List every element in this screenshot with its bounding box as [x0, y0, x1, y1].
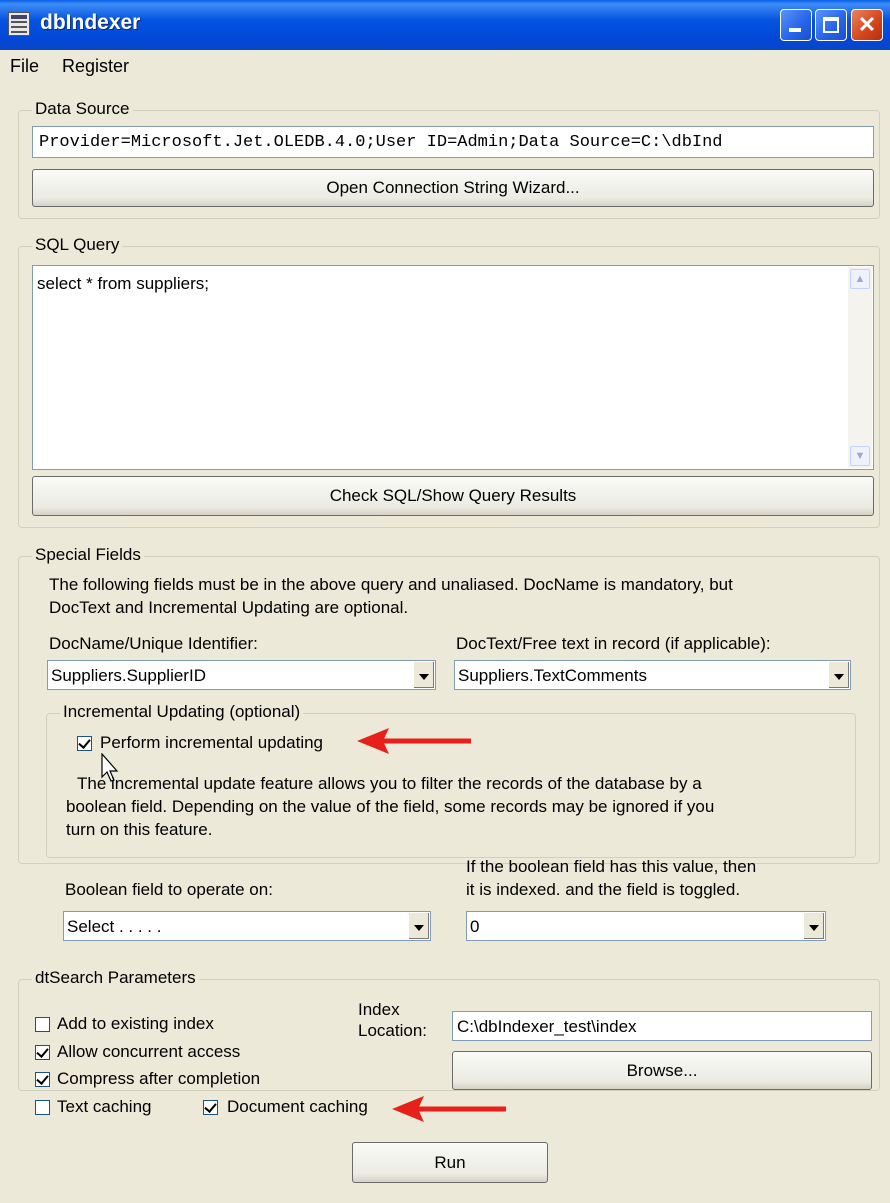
special-fields-legend: Special Fields: [32, 545, 144, 565]
chevron-down-icon[interactable]: [413, 662, 434, 688]
maximize-button[interactable]: [815, 9, 847, 41]
allow-concurrent-label[interactable]: Allow concurrent access: [57, 1042, 240, 1062]
index-location-input[interactable]: C:\dbIndexer_test\index: [452, 1011, 872, 1041]
chevron-down-icon[interactable]: [408, 913, 429, 939]
title-bar[interactable]: dbIndexer ✕: [0, 0, 890, 50]
check-sql-button[interactable]: Check SQL/Show Query Results: [32, 476, 874, 516]
text-caching-label[interactable]: Text caching: [57, 1097, 152, 1117]
doctext-select[interactable]: Suppliers.TextComments: [454, 660, 851, 690]
close-icon: ✕: [857, 12, 877, 37]
toggle-value-select[interactable]: 0: [466, 911, 826, 941]
annotation-arrow-icon: [357, 728, 471, 754]
document-caching-label[interactable]: Document caching: [227, 1097, 368, 1117]
index-location-value: C:\dbIndexer_test\index: [457, 1017, 637, 1036]
app-icon: [8, 12, 30, 36]
browse-button[interactable]: Browse...: [452, 1051, 872, 1090]
annotation-arrow-icon: [392, 1096, 506, 1122]
docname-label: DocName/Unique Identifier:: [49, 634, 258, 653]
menu-register[interactable]: Register: [62, 56, 129, 77]
data-source-legend: Data Source: [32, 99, 133, 119]
open-connection-wizard-button[interactable]: Open Connection String Wizard...: [32, 169, 874, 207]
toggle-value-value: 0: [470, 917, 480, 936]
doctext-value: Suppliers.TextComments: [458, 666, 647, 685]
sql-scrollbar[interactable]: ▲ ▼: [848, 267, 872, 468]
minimize-button[interactable]: [780, 9, 812, 41]
incremental-description-1: The incremental update feature allows yo…: [77, 774, 702, 793]
special-fields-description-1: The following fields must be in the abov…: [49, 575, 733, 594]
toggle-value-label-2: it is indexed. and the field is toggled.: [466, 880, 741, 899]
docname-value: Suppliers.SupplierID: [51, 666, 206, 685]
index-location-label-1: Index: [358, 1000, 400, 1019]
add-existing-index-label[interactable]: Add to existing index: [57, 1014, 214, 1034]
compress-label[interactable]: Compress after completion: [57, 1069, 260, 1089]
incremental-description-2: boolean field. Depending on the value of…: [66, 797, 715, 816]
sql-query-legend: SQL Query: [32, 235, 123, 255]
connection-string-value: Provider=Microsoft.Jet.OLEDB.4.0;User ID…: [39, 133, 723, 152]
index-location-label-2: Location:: [358, 1021, 427, 1040]
incremental-updating-legend: Incremental Updating (optional): [60, 702, 304, 722]
toggle-value-label-1: If the boolean field has this value, the…: [466, 857, 757, 876]
close-button[interactable]: ✕: [851, 9, 883, 41]
document-caching-checkbox[interactable]: [203, 1100, 218, 1115]
boolean-field-value: Select . . . . .: [67, 917, 162, 936]
minimize-icon: [789, 28, 801, 32]
incremental-description-3: turn on this feature.: [66, 820, 213, 839]
allow-concurrent-checkbox[interactable]: [35, 1045, 50, 1060]
menu-file[interactable]: File: [10, 56, 39, 77]
scroll-up-icon[interactable]: ▲: [850, 269, 870, 289]
sql-query-textarea[interactable]: select * from suppliers; ▲ ▼: [32, 265, 874, 470]
incremental-updating-label[interactable]: Perform incremental updating: [100, 733, 323, 753]
chevron-down-icon[interactable]: [803, 913, 824, 939]
boolean-field-label: Boolean field to operate on:: [65, 880, 273, 899]
dtsearch-legend: dtSearch Parameters: [32, 968, 199, 988]
window-title: dbIndexer: [40, 11, 141, 34]
compress-checkbox[interactable]: [35, 1072, 50, 1087]
add-existing-index-checkbox[interactable]: [35, 1017, 50, 1032]
special-fields-description-2: DocText and Incremental Updating are opt…: [49, 598, 409, 617]
connection-string-input[interactable]: Provider=Microsoft.Jet.OLEDB.4.0;User ID…: [32, 126, 874, 158]
sql-query-text: select * from suppliers;: [37, 274, 209, 293]
maximize-icon: [823, 17, 839, 33]
text-caching-checkbox[interactable]: [35, 1100, 50, 1115]
doctext-label: DocText/Free text in record (if applicab…: [456, 634, 771, 653]
incremental-updating-checkbox[interactable]: [77, 736, 92, 751]
boolean-field-select[interactable]: Select . . . . .: [63, 911, 431, 941]
docname-select[interactable]: Suppliers.SupplierID: [47, 660, 436, 690]
scroll-down-icon[interactable]: ▼: [850, 446, 870, 466]
chevron-down-icon[interactable]: [828, 662, 849, 688]
run-button[interactable]: Run: [352, 1142, 548, 1183]
